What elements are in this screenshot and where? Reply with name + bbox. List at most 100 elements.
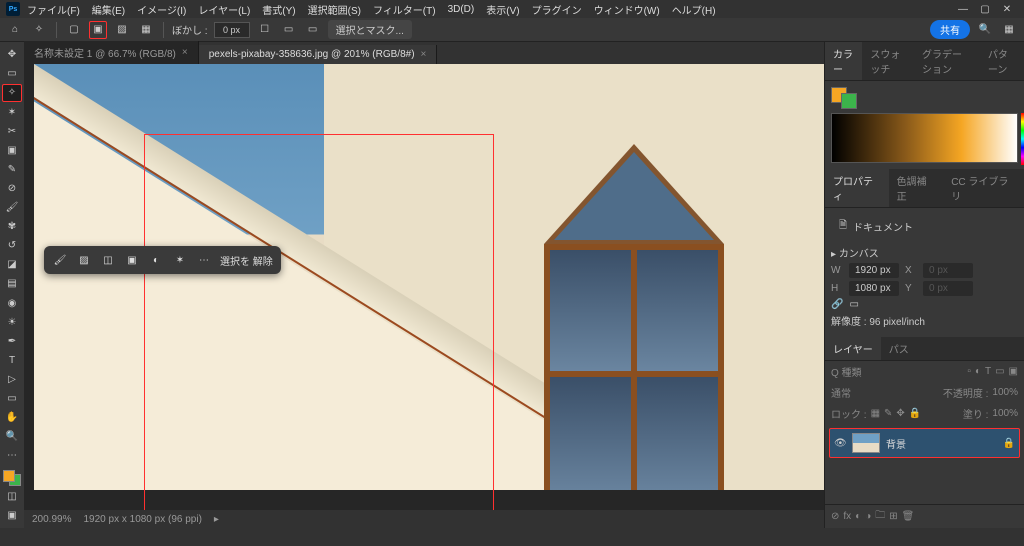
status-chevron-icon[interactable]: ▸ <box>214 514 219 525</box>
lock-transparency-icon[interactable]: ▦ <box>871 408 880 419</box>
clone-tool[interactable]: ✾ <box>2 218 22 235</box>
select-and-mask-button[interactable]: 選択とマスク... <box>328 20 412 39</box>
deselect-button[interactable]: 選択を 解除 <box>220 253 273 268</box>
menu-select[interactable]: 選択範囲(S) <box>303 0 366 19</box>
type-tool[interactable]: T <box>2 352 22 369</box>
tab-layers[interactable]: レイヤー <box>825 337 881 360</box>
search-icon[interactable]: 🔍 <box>976 21 994 39</box>
quickmask-toggle[interactable]: ◫ <box>2 488 22 505</box>
color-picker-field[interactable] <box>831 113 1018 163</box>
move-tool[interactable]: ✥ <box>2 46 22 63</box>
menu-help[interactable]: ヘルプ(H) <box>667 0 721 19</box>
layer-filter[interactable]: Q 種類 <box>831 364 862 379</box>
width-value[interactable]: 1920 px <box>849 263 899 278</box>
filter-shape-icon[interactable]: ▭ <box>995 366 1004 377</box>
selection-subtract-icon[interactable]: ▨ <box>113 21 131 39</box>
layer-name[interactable]: 背景 <box>886 436 997 451</box>
menu-edit[interactable]: 編集(E) <box>87 0 130 19</box>
lock-position-icon[interactable]: ✥ <box>896 408 904 419</box>
menu-image[interactable]: イメージ(I) <box>132 0 191 19</box>
gradient-tool[interactable]: ▤ <box>2 275 22 292</box>
document-tab[interactable]: pexels-pixabay-358636.jpg @ 201% (RGB/8#… <box>199 45 438 64</box>
layer-thumbnail[interactable] <box>852 433 880 453</box>
more-icon[interactable]: ⋯ <box>196 252 212 268</box>
delete-layer-icon[interactable]: 🗑 <box>902 511 915 522</box>
menu-plugin[interactable]: プラグイン <box>527 0 587 19</box>
layer-row[interactable]: 👁 背景 🔒 <box>829 428 1020 458</box>
lock-icon[interactable]: 🔒 <box>1003 438 1015 449</box>
filter-smart-icon[interactable]: ▣ <box>1009 366 1018 377</box>
selection-add-icon[interactable]: ▣ <box>89 21 107 39</box>
opacity-value[interactable]: 100% <box>992 387 1018 398</box>
tab-gradients[interactable]: グラデーション <box>914 42 980 80</box>
subtract-selection-icon[interactable]: ▨ <box>76 252 92 268</box>
option-icon-b[interactable]: ▭ <box>304 21 322 39</box>
menu-window[interactable]: ウィンドウ(W) <box>589 0 665 19</box>
transform-selection-icon[interactable]: ✶ <box>172 252 188 268</box>
mask-selection-icon[interactable]: ▣ <box>124 252 140 268</box>
crop-tool[interactable]: ✂ <box>2 123 22 140</box>
brush-icon[interactable]: 🖌 <box>52 252 68 268</box>
option-icon-a[interactable]: ▭ <box>280 21 298 39</box>
color-swatch[interactable] <box>3 470 21 485</box>
menu-layer[interactable]: レイヤー(L) <box>193 0 255 19</box>
screenmode-toggle[interactable]: ▣ <box>2 507 22 524</box>
foreground-color[interactable] <box>3 470 15 482</box>
document-tab[interactable]: 名称未設定 1 @ 66.7% (RGB/8) × <box>24 41 199 64</box>
eraser-tool[interactable]: ◪ <box>2 256 22 273</box>
home-icon[interactable]: ⌂ <box>6 21 24 39</box>
tab-paths[interactable]: パス <box>881 337 917 360</box>
menu-type[interactable]: 書式(Y) <box>257 0 300 19</box>
hand-tool[interactable]: ✋ <box>2 409 22 426</box>
tab-patterns[interactable]: パターン <box>980 42 1024 80</box>
link-layers-icon[interactable]: ⊘ <box>831 511 839 522</box>
close-button[interactable]: ✕ <box>1000 2 1014 16</box>
adjustment-icon[interactable]: ◑ <box>865 511 871 522</box>
lasso-tool[interactable]: ✧ <box>2 84 22 101</box>
share-button[interactable]: 共有 <box>930 20 970 39</box>
tab-swatches[interactable]: スウォッチ <box>862 42 914 80</box>
blend-mode-select[interactable]: 通常 <box>831 385 851 400</box>
frame-tool[interactable]: ▣ <box>2 142 22 159</box>
invert-selection-icon[interactable]: ◫ <box>100 252 116 268</box>
zoom-tool[interactable]: 🔍 <box>2 428 22 445</box>
canvas-viewport[interactable] <box>24 64 824 510</box>
healing-tool[interactable]: ⊘ <box>2 180 22 197</box>
filter-text-icon[interactable]: T <box>985 366 991 377</box>
blur-tool[interactable]: ◉ <box>2 295 22 312</box>
eyedropper-tool[interactable]: ✎ <box>2 161 22 178</box>
new-layer-icon[interactable]: ⊞ <box>889 511 897 522</box>
lasso-tool-icon[interactable]: ✧ <box>30 21 48 39</box>
background-swatch[interactable] <box>841 93 857 109</box>
antialias-checkbox[interactable]: ☐ <box>256 21 274 39</box>
tab-color[interactable]: カラー <box>825 42 862 80</box>
path-tool[interactable]: ▷ <box>2 371 22 388</box>
selection-intersect-icon[interactable]: ▦ <box>137 21 155 39</box>
workspace-icon[interactable]: ▦ <box>1000 21 1018 39</box>
orientation-icon[interactable]: ▭ <box>849 299 858 310</box>
menu-view[interactable]: 表示(V) <box>481 0 524 19</box>
canvas-section[interactable]: カンバス <box>831 245 1018 260</box>
filter-adjust-icon[interactable]: ◐ <box>975 366 981 377</box>
fill-selection-icon[interactable]: ◐ <box>148 252 164 268</box>
menu-3d[interactable]: 3D(D) <box>443 2 480 17</box>
magic-wand-tool[interactable]: ✶ <box>2 104 22 121</box>
selection-new-icon[interactable]: ▢ <box>65 21 83 39</box>
minimize-button[interactable]: — <box>956 2 970 16</box>
contextual-task-bar[interactable]: 🖌 ▨ ◫ ▣ ◐ ✶ ⋯ 選択を 解除 <box>44 246 281 274</box>
menu-filter[interactable]: フィルター(T) <box>368 0 441 19</box>
visibility-icon[interactable]: 👁 <box>834 438 846 449</box>
dodge-tool[interactable]: ☀ <box>2 314 22 331</box>
pen-tool[interactable]: ✒ <box>2 333 22 350</box>
brush-tool[interactable]: 🖌 <box>2 199 22 216</box>
height-value[interactable]: 1080 px <box>849 281 899 296</box>
feather-input[interactable] <box>214 22 250 38</box>
shape-tool[interactable]: ▭ <box>2 390 22 407</box>
tab-properties[interactable]: プロパティ <box>825 169 889 207</box>
history-brush-tool[interactable]: ↺ <box>2 237 22 254</box>
fx-icon[interactable]: fx <box>843 511 851 522</box>
link-icon[interactable]: 🔗 <box>831 299 843 310</box>
zoom-level[interactable]: 200.99% <box>32 514 71 525</box>
marquee-tool[interactable]: ▭ <box>2 65 22 82</box>
lock-all-icon[interactable]: 🔒 <box>909 408 921 419</box>
